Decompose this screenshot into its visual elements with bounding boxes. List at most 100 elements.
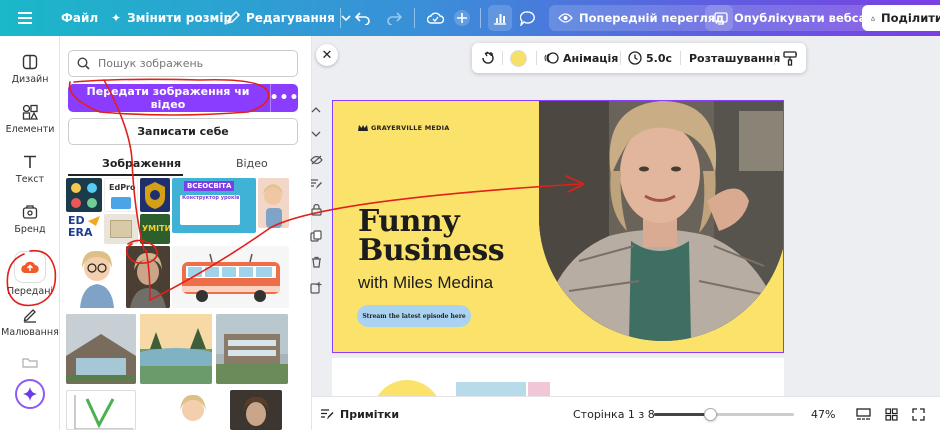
rail-item-elements[interactable]: Елементи	[0, 104, 60, 135]
design-page-next[interactable]	[332, 358, 784, 398]
thumb-text: EdPro	[109, 183, 136, 192]
tab-images[interactable]: Зображення	[102, 157, 181, 170]
upload-thumbnail-bus[interactable]	[172, 246, 289, 308]
notes-label: Примітки	[340, 407, 400, 421]
upload-thumbnail[interactable]	[216, 314, 288, 384]
upload-thumbnail[interactable]	[66, 314, 136, 384]
rail-item-uploads[interactable]: Передані	[0, 252, 60, 297]
pages-view-icon[interactable]	[856, 397, 871, 430]
duration-button[interactable]: 5.0с	[628, 43, 672, 73]
upload-thumbnail-edpro[interactable]: EdPro	[104, 178, 138, 212]
divider	[620, 51, 621, 65]
comment-icon[interactable]	[520, 0, 536, 36]
hide-eye-icon[interactable]	[308, 152, 324, 168]
magic-assistant-button[interactable]	[15, 379, 45, 409]
cloud-save-icon[interactable]	[427, 0, 444, 36]
notes-button[interactable]: Примітки	[320, 397, 399, 430]
divider	[774, 51, 775, 65]
resize-button[interactable]: ✦ Змінити розмір	[111, 0, 232, 36]
rail-item-more[interactable]	[0, 358, 60, 368]
add-page-icon[interactable]	[308, 280, 324, 296]
chevron-down-icon	[341, 15, 351, 22]
undo-icon[interactable]	[355, 0, 370, 36]
publish-icon	[714, 11, 728, 25]
duplicate-icon[interactable]	[308, 228, 324, 244]
paint-format-icon[interactable]	[783, 43, 797, 73]
cta-button[interactable]: Stream the latest episode here	[357, 305, 471, 327]
zoom-level[interactable]: 47%	[811, 397, 835, 430]
edit-menu[interactable]: Редагування	[226, 0, 351, 36]
brand-icon	[22, 205, 38, 219]
duration-label: 5.0с	[646, 51, 673, 65]
rail-item-draw[interactable]: Малювання	[0, 307, 60, 338]
rail-label: Дизайн	[11, 74, 49, 85]
rail-item-text[interactable]: Текст	[0, 154, 60, 185]
hamburger-icon[interactable]	[18, 0, 32, 36]
resize-label: Змінити розмір	[127, 11, 233, 25]
close-icon: ✕	[321, 47, 333, 63]
upload-thumbnail[interactable]	[230, 390, 282, 430]
replace-icon[interactable]	[480, 43, 496, 73]
rail-item-brand[interactable]: Бренд	[0, 204, 60, 235]
search-input[interactable]	[98, 57, 288, 70]
redo-icon[interactable]	[387, 0, 402, 36]
brand-logo: GRAYERVILLE MEDIA	[358, 124, 450, 132]
design-icon	[22, 54, 38, 70]
page-indicator[interactable]: Сторінка 1 з 8	[573, 397, 655, 430]
top-bar: Файл ✦ Змінити розмір Редагування Попере…	[0, 0, 940, 36]
rail-item-design[interactable]: Дизайн	[0, 54, 60, 85]
animation-button[interactable]: Анімація	[544, 43, 618, 73]
color-swatch	[510, 49, 527, 67]
fullscreen-icon[interactable]	[912, 397, 925, 430]
color-swatch-button[interactable]	[510, 43, 527, 73]
upload-thumbnail[interactable]	[70, 246, 124, 308]
crown-icon	[358, 125, 368, 131]
bottom-bar: Примітки Сторінка 1 з 8 47%	[312, 396, 940, 430]
portrait-photo[interactable]	[539, 101, 783, 341]
upload-thumbnail[interactable]	[66, 178, 102, 212]
add-icon[interactable]	[453, 0, 471, 36]
position-button[interactable]: Розташування	[689, 43, 780, 73]
share-button[interactable]: Поділити	[862, 5, 940, 31]
upload-thumbnail[interactable]	[66, 390, 136, 430]
divider	[680, 51, 681, 65]
trash-icon[interactable]	[308, 254, 324, 270]
upload-thumbnail-selected-photo[interactable]	[126, 246, 170, 308]
divider	[536, 51, 537, 65]
notes-edit-icon[interactable]	[308, 176, 324, 192]
search-box[interactable]	[68, 50, 298, 77]
design-page[interactable]: GRAYERVILLE MEDIA Funny Business with Mi…	[332, 100, 784, 353]
rail-label: Текст	[15, 174, 45, 185]
folder-icon	[22, 358, 38, 368]
lock-icon[interactable]	[308, 202, 324, 218]
upload-thumbnail[interactable]	[104, 214, 138, 244]
zoom-slider-fill	[654, 413, 710, 416]
chevron-down-icon[interactable]	[308, 126, 324, 142]
close-panel-button[interactable]: ✕	[316, 44, 338, 66]
upload-thumbnail[interactable]	[170, 390, 216, 430]
rail-label: Бренд	[14, 224, 46, 235]
upload-thumbnail[interactable]	[140, 314, 212, 384]
grid-view-icon[interactable]	[885, 397, 898, 430]
upload-thumbnail-edera[interactable]: ED ERA	[66, 214, 102, 244]
upload-media-button[interactable]: Передати зображення чи відео •••	[68, 84, 298, 112]
rail-label: Передані	[6, 286, 54, 297]
file-menu[interactable]: Файл	[61, 0, 98, 36]
upload-thumbnail[interactable]	[140, 178, 170, 212]
subtitle[interactable]: with Miles Medina	[358, 273, 493, 293]
record-yourself-button[interactable]: Записати себе	[68, 118, 298, 145]
thumb-text: Конструктор уроків	[182, 195, 240, 201]
headline[interactable]: Funny Business	[358, 207, 505, 266]
more-options-button[interactable]: •••	[270, 84, 298, 112]
upload-thumbnail-umity[interactable]: УМІТИ	[140, 214, 170, 244]
upload-cloud-icon	[15, 252, 45, 282]
zoom-slider[interactable]	[654, 408, 794, 421]
uploads-panel: Передати зображення чи відео ••• Записат…	[60, 36, 312, 430]
tab-videos[interactable]: Відео	[236, 157, 268, 170]
upload-thumbnail-vsesvita[interactable]: ВСЕОСВІТА Конструктор уроків	[172, 178, 256, 233]
insights-chart-icon[interactable]	[488, 5, 512, 31]
chevron-up-icon[interactable]	[308, 102, 324, 118]
upload-thumbnail[interactable]	[258, 178, 289, 228]
share-icon	[871, 15, 875, 20]
zoom-slider-knob[interactable]	[704, 408, 717, 421]
